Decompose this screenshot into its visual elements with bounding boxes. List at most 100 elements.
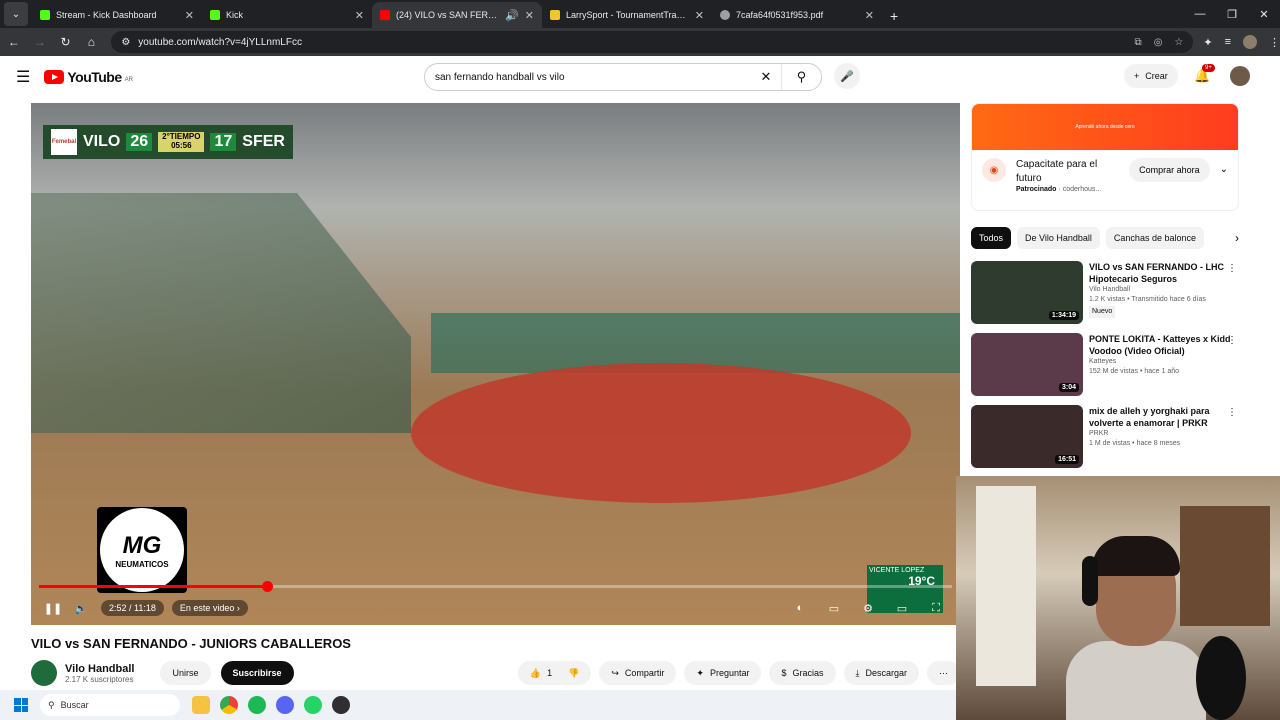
chapter-label: En este video	[179, 603, 235, 613]
youtube-logo[interactable]: YouTube AR	[44, 69, 133, 85]
chip-all[interactable]: Todos	[971, 227, 1012, 249]
kick-icon	[210, 10, 220, 20]
thumbs-up-icon[interactable]: 👍	[530, 668, 541, 679]
chrome-icon[interactable]	[220, 696, 238, 714]
search-icon[interactable]: ⚲	[781, 64, 821, 90]
taskbar-search[interactable]: ⚲ Buscar	[40, 694, 180, 716]
rec-title[interactable]: VILO vs SAN FERNANDO - LHC Hipotecario S…	[1089, 261, 1241, 285]
list-item[interactable]: 1:34:19 VILO vs SAN FERNANDO - LHC Hipot…	[971, 261, 1241, 329]
search-input[interactable]: san fernando handball vs vilo	[435, 72, 751, 83]
headset-icon	[1082, 556, 1098, 606]
chevron-down-icon[interactable]: ⌄	[1220, 158, 1228, 175]
period-clock: 2°TIEMPO 05:56	[158, 132, 205, 152]
subscribe-button[interactable]: Suscribirse	[220, 661, 294, 685]
more-options-icon[interactable]: ⋮	[1227, 407, 1237, 418]
buy-now-button[interactable]: Comprar ahora	[1129, 158, 1210, 182]
install-icon[interactable]: ⧉	[1135, 37, 1142, 48]
chip-channel[interactable]: De Vilo Handball	[1017, 227, 1100, 249]
create-button[interactable]: + Crear	[1124, 64, 1178, 88]
list-item[interactable]: 3:04 PONTE LOKITA - Katteyes x Kidd Vood…	[971, 333, 1241, 401]
account-avatar[interactable]	[1230, 66, 1250, 86]
close-icon[interactable]: ✕	[865, 9, 874, 22]
channel-name[interactable]: Vilo Handball	[65, 663, 134, 675]
rec-title[interactable]: PONTE LOKITA - Katteyes x Kidd Voodoo (V…	[1089, 333, 1241, 357]
close-icon[interactable]: ✕	[185, 9, 194, 22]
tab-1[interactable]: Kick ✕	[202, 2, 372, 28]
chip-topic[interactable]: Canchas de balonce	[1105, 227, 1204, 249]
minimize-icon[interactable]: —	[1184, 8, 1216, 20]
home-icon[interactable]: ⌂	[79, 31, 103, 53]
advertiser-logo-icon: ◉	[982, 158, 1006, 182]
eye-off-icon[interactable]: ◎	[1154, 37, 1163, 48]
close-icon[interactable]: ✕	[695, 9, 704, 22]
profile-avatar[interactable]	[1243, 35, 1258, 49]
video-thumbnail[interactable]: 16:51	[971, 405, 1083, 468]
tab-search-button[interactable]: ⌄	[4, 2, 28, 26]
download-button[interactable]: ⤓ Descargar	[843, 661, 919, 685]
channel-avatar[interactable]	[31, 660, 57, 686]
forward-icon[interactable]: →	[28, 31, 52, 53]
menu-icon[interactable]: ⋮	[1269, 36, 1280, 49]
player-controls: ❚❚ 🔈 2:52 / 11:18 En este video › ◐ ▭ ⚙ …	[31, 595, 960, 621]
close-window-icon[interactable]: ✕	[1248, 8, 1280, 21]
sponsored-ad[interactable]: Aprendé ahora desde cero ◉ Capacitate pa…	[971, 103, 1239, 211]
tab-0[interactable]: Stream - Kick Dashboard ✕	[32, 2, 202, 28]
join-button[interactable]: Unirse	[160, 661, 211, 685]
ask-button[interactable]: ✦ Preguntar	[684, 661, 762, 685]
close-icon[interactable]: ✕	[525, 9, 534, 22]
windows-start-icon[interactable]	[14, 698, 28, 712]
ad-banner[interactable]: Aprendé ahora desde cero	[972, 104, 1238, 150]
like-dislike-button[interactable]: 👍 1 👎	[517, 661, 592, 685]
tab-2[interactable]: (24) VILO vs SAN FERNANDO 🔊 ✕	[372, 2, 542, 28]
extensions-icon[interactable]: ✦	[1203, 36, 1212, 49]
speaker-icon[interactable]: 🔊	[505, 9, 519, 22]
spotify-icon[interactable]	[248, 696, 266, 714]
search-box[interactable]: san fernando handball vs vilo ✕ ⚲	[424, 63, 822, 91]
restore-icon[interactable]: ❐	[1216, 8, 1248, 21]
progress-bar[interactable]	[39, 581, 952, 592]
autoplay-toggle-icon[interactable]: ◐	[786, 602, 814, 615]
tab-4[interactable]: 7cafa64f0531f953.pdf ✕	[712, 2, 882, 28]
whatsapp-icon[interactable]	[304, 696, 322, 714]
file-explorer-icon[interactable]	[192, 696, 210, 714]
subtitles-icon[interactable]: ▭	[820, 602, 848, 615]
more-options-icon[interactable]: ⋮	[1227, 335, 1237, 346]
tab-3[interactable]: LarrySport - TournamentTracker ✕	[542, 2, 712, 28]
settings-gear-icon[interactable]: ⚙	[854, 602, 882, 615]
clear-icon[interactable]: ✕	[751, 69, 781, 85]
theater-mode-icon[interactable]: ▭	[888, 602, 916, 615]
more-options-icon[interactable]: ⋮	[1227, 263, 1237, 274]
chevron-right-icon[interactable]: ›	[1235, 231, 1239, 245]
volume-icon[interactable]: 🔈	[67, 602, 95, 615]
media-icon[interactable]: ≡	[1225, 36, 1231, 48]
discord-icon[interactable]	[276, 696, 294, 714]
star-icon[interactable]: ☆	[1174, 37, 1183, 48]
duration: 16:51	[1055, 455, 1079, 464]
video-thumbnail[interactable]: 1:34:19	[971, 261, 1083, 324]
chapter-button[interactable]: En este video ›	[171, 600, 248, 616]
new-tab-button[interactable]: +	[882, 8, 906, 28]
close-icon[interactable]: ✕	[355, 9, 364, 22]
home-score: 26	[126, 133, 153, 151]
pause-icon[interactable]: ❚❚	[39, 602, 67, 615]
site-info-icon[interactable]: ⚙	[121, 37, 130, 48]
list-item[interactable]: 16:51 mix de alleh y yorghaki para volve…	[971, 405, 1241, 473]
cam-background-cabinet	[1180, 506, 1270, 626]
notifications-bell-icon[interactable]: 🔔 9+	[1194, 64, 1215, 84]
microphone-icon[interactable]: 🎤	[834, 63, 860, 89]
fullscreen-icon[interactable]: ⛶	[922, 602, 950, 615]
rec-title[interactable]: mix de alleh y yorghaki para volverte a …	[1089, 405, 1241, 429]
scrubber-handle[interactable]	[262, 581, 274, 592]
video-player[interactable]: Femebal VILO 26 2°TIEMPO 05:56 17 SFER MG…	[31, 103, 960, 625]
tab-title: LarrySport - TournamentTracker	[566, 10, 689, 20]
hamburger-menu-icon[interactable]: ☰	[16, 67, 30, 87]
video-thumbnail[interactable]: 3:04	[971, 333, 1083, 396]
address-bar[interactable]: ⚙ youtube.com/watch?v=4jYLLnmLFcc ⧉ ◎ ☆	[111, 31, 1194, 53]
obs-icon[interactable]	[332, 696, 350, 714]
thanks-button[interactable]: $ Gracias	[769, 661, 836, 685]
tab-title: (24) VILO vs SAN FERNANDO	[396, 10, 499, 20]
back-icon[interactable]: ←	[2, 31, 26, 53]
reload-icon[interactable]: ↻	[54, 31, 78, 53]
share-button[interactable]: ↪ Compartir	[599, 661, 677, 685]
thumbs-down-icon[interactable]: 👎	[568, 668, 579, 679]
